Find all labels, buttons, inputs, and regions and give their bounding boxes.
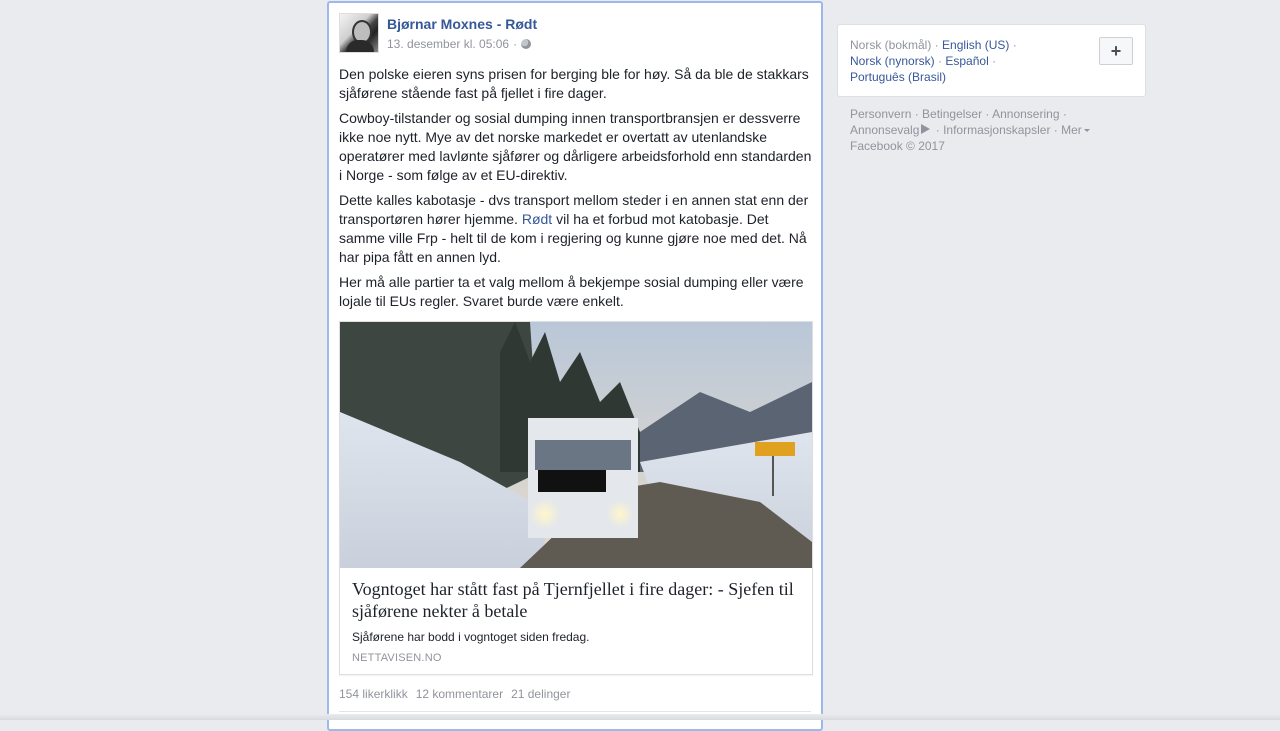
separator: ·	[513, 37, 518, 51]
post-timestamp[interactable]: 13. desember kl. 05:06	[387, 36, 509, 52]
separator: ·	[938, 54, 943, 68]
footer-link-terms[interactable]: Betingelser	[922, 107, 982, 121]
post-meta: Bjørnar Moxnes - Rødt 13. desember kl. 0…	[387, 13, 537, 53]
footer-link-adchoices[interactable]: Annonsevalg	[850, 123, 919, 137]
copyright: Facebook © 2017	[850, 139, 945, 153]
link-source: NETTAVISEN.NO	[352, 652, 442, 664]
comments-count[interactable]: 12 kommentarer	[416, 687, 503, 701]
post-paragraph: Cowboy-tilstander og sosial dumping inne…	[339, 110, 812, 183]
divider	[339, 711, 811, 712]
separator: ·	[992, 54, 997, 68]
shared-link-card[interactable]: Vogntoget har stått fast på Tjernfjellet…	[339, 321, 813, 675]
post-paragraph: Den polske eieren syns prisen for bergin…	[339, 66, 809, 101]
rodt-page-link[interactable]: Rødt	[522, 211, 552, 227]
language-list: Norsk (bokmål) · English (US) · Norsk (n…	[850, 37, 1090, 85]
author-name-link[interactable]: Bjørnar Moxnes - Rødt	[387, 15, 537, 33]
globe-icon[interactable]	[521, 39, 532, 49]
adchoices-icon[interactable]	[921, 124, 931, 134]
language-option[interactable]: Norsk (nynorsk)	[850, 54, 935, 68]
language-option[interactable]: Español	[945, 54, 988, 68]
post-header: Bjørnar Moxnes - Rødt 13. desember kl. 0…	[339, 13, 537, 53]
likes-count[interactable]: 154 likerklikk	[339, 687, 408, 701]
post-paragraph: Her må alle partier ta et valg mellom å …	[339, 274, 804, 309]
footer-link-cookies[interactable]: Informasjonskapsler	[943, 123, 1050, 137]
post-stats: 154 likerklikk 12 kommentarer 21 delinge…	[339, 687, 570, 701]
post-subline: 13. desember kl. 05:06 ·	[387, 36, 537, 52]
link-text: Vogntoget har stått fast på Tjernfjellet…	[340, 568, 812, 664]
link-description: Sjåførene har bodd i vogntoget siden fre…	[352, 630, 590, 644]
add-language-button[interactable]: +	[1099, 37, 1133, 65]
language-option[interactable]: English (US)	[942, 38, 1009, 52]
language-selector: Norsk (bokmål) · English (US) · Norsk (n…	[837, 24, 1146, 97]
caret-down-icon[interactable]	[1083, 129, 1090, 133]
footer-link-privacy[interactable]: Personvern	[850, 107, 911, 121]
author-avatar[interactable]	[339, 13, 379, 53]
post-paragraph: Dette kalles kabotasje - dvs transport m…	[339, 191, 815, 267]
feed-post: Bjørnar Moxnes - Rødt 13. desember kl. 0…	[327, 1, 823, 731]
shares-count[interactable]: 21 delinger	[511, 687, 570, 701]
footer-link-more[interactable]: Mer	[1061, 123, 1082, 137]
separator: ·	[1012, 38, 1017, 52]
separator: ·	[934, 38, 939, 52]
bottom-shadow	[0, 714, 1280, 720]
language-option[interactable]: Português (Brasil)	[850, 70, 946, 84]
current-language: Norsk (bokmål)	[850, 38, 932, 52]
post-body: Den polske eieren syns prisen for bergin…	[339, 65, 815, 317]
link-preview-image[interactable]	[340, 322, 812, 568]
footer-links: Personvern · Betingelser · Annonsering ·…	[850, 106, 1140, 154]
footer-link-advertising[interactable]: Annonsering	[992, 107, 1059, 121]
link-title[interactable]: Vogntoget har stått fast på Tjernfjellet…	[352, 578, 800, 622]
